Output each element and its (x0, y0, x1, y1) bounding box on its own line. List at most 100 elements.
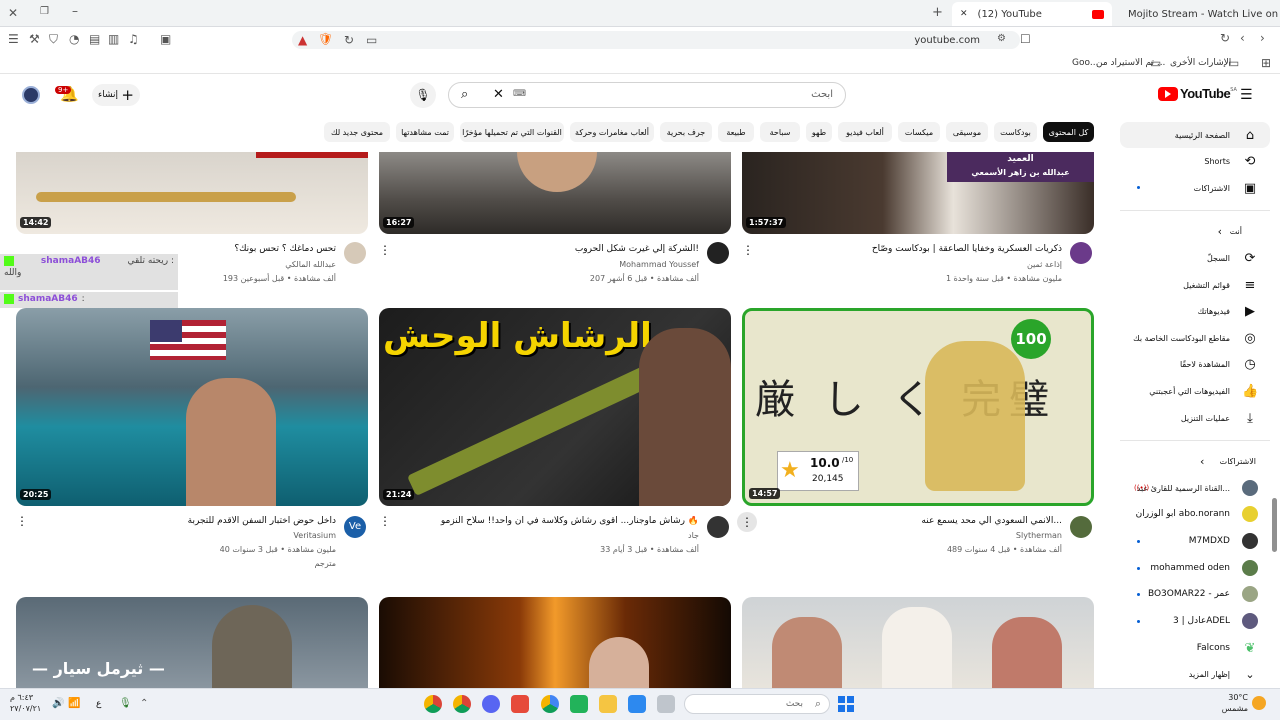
channel-avatar[interactable] (1070, 242, 1092, 264)
bookmark-folder-imported[interactable]: تم الاستيراد من ... (1096, 58, 1165, 68)
sidebar-item-subscriptions[interactable]: الاشتراكات ▣ (1120, 175, 1270, 201)
more-actions-icon[interactable]: ⋮ (16, 514, 28, 528)
chip[interactable]: تمت مشاهدتها (396, 122, 454, 142)
youtube-logo[interactable]: YouTube SA (1158, 86, 1237, 101)
sidebar-icon[interactable]: ▥ (108, 33, 119, 45)
chip[interactable]: ألعاب مغامرات وحركة (570, 122, 654, 142)
file-explorer-icon[interactable] (599, 695, 617, 713)
menu-icon[interactable]: ☰ (8, 33, 19, 45)
address-bar[interactable]: ▲ 🛡 ↻ ▭ youtube.com ⚙ (292, 31, 1020, 49)
brave-shield-icon[interactable]: 🛡 (318, 33, 333, 45)
close-tab-icon[interactable]: ✕ (960, 9, 968, 19)
channel-avatar[interactable] (707, 242, 729, 264)
chip[interactable]: سباحة (760, 122, 800, 142)
taskbar-search[interactable]: بحث ⌕ (684, 694, 830, 714)
keyboard-icon[interactable]: ⌨ (513, 89, 526, 99)
sidebar-item-home[interactable]: الصفحة الرئيسية ⌂ (1120, 122, 1270, 148)
store-icon[interactable] (628, 695, 646, 713)
volume-icon[interactable]: 🔊 (52, 699, 64, 709)
chip[interactable]: بودكاست (994, 122, 1037, 142)
sidebar-item-your-videos[interactable]: فيديوهاتك ▶ (1120, 298, 1270, 324)
video-title[interactable]: ذكريات العسكرية وخفايا الصاعقة | بودكاست… (760, 244, 1062, 254)
clear-search-icon[interactable]: ✕ (493, 87, 504, 102)
microphone-icon[interactable]: 🎙 (119, 699, 132, 709)
chrome-icon[interactable] (453, 695, 471, 713)
voice-search-button[interactable]: 🎙 (410, 82, 436, 108)
sidebar-show-more[interactable]: إظهار المزيد ⌄ (1120, 661, 1270, 687)
video-thumbnail[interactable]: — ثيرمل سيار — (16, 597, 368, 688)
video-title[interactable]: تحس دماغك ؟ تحس بونك؟ (34, 244, 336, 254)
wifi-icon[interactable]: 📶 (68, 699, 80, 709)
chip[interactable]: طبيعة (718, 122, 754, 142)
chip[interactable]: القنوات التي تم تحميلها مؤخرًا (460, 122, 564, 142)
chip-all[interactable]: كل المحتوى (1043, 122, 1094, 142)
sidebar-subscription[interactable]: mohammed oden (1120, 555, 1270, 581)
site-settings-icon[interactable]: ⚙ (997, 34, 1006, 44)
chip[interactable]: طهو (806, 122, 832, 142)
sidebar-subscription[interactable]: ابو الوزران abo.norann (1120, 501, 1270, 527)
channel-name[interactable]: إذاعة ثمين (860, 260, 1062, 269)
video-thumbnail[interactable]: 厳 し く 完璧 100 ★ 10.0 /10 20,145 14:57 (742, 308, 1094, 506)
channel-avatar[interactable] (707, 516, 729, 538)
video-title[interactable]: داخل حوض اختبار السفن الأقدم للتجربة (34, 516, 336, 526)
chip[interactable]: ألعاب فيديو (838, 122, 892, 142)
brave-rewards-icon[interactable]: ▲ (298, 34, 307, 46)
close-icon[interactable]: ✕ (8, 7, 18, 19)
task-view-icon[interactable] (657, 695, 675, 713)
restore-icon[interactable]: ❐ (40, 7, 49, 17)
video-thumbnail[interactable] (379, 597, 731, 688)
forward-icon[interactable]: › (1260, 32, 1265, 44)
video-thumbnail[interactable] (742, 597, 1094, 688)
chrome-icon[interactable] (541, 695, 559, 713)
cast-icon[interactable]: ▭ (366, 34, 377, 46)
screenshot-icon[interactable]: ▣ (160, 33, 171, 45)
account-avatar[interactable] (22, 86, 40, 104)
chip[interactable]: موسيقى (946, 122, 988, 142)
sidebar-item-shorts[interactable]: Shorts ⟲ (1120, 148, 1270, 174)
more-actions-icon[interactable]: ⋮ (379, 514, 391, 528)
apps-grid-icon[interactable]: ⊞ (1261, 57, 1271, 69)
input-language[interactable]: ع (96, 699, 101, 709)
sidebar-section-you[interactable]: أنت ‹ (1120, 218, 1270, 244)
search-icon[interactable]: ⌕ (461, 87, 468, 102)
video-title[interactable]: رشاش ماوجنار... أقوى رشاش وكلاسة في أن و… (397, 516, 699, 526)
tab-kick[interactable]: Mojito Stream - Watch Live on Kick K (1120, 2, 1280, 26)
more-actions-icon[interactable]: ⋮ (742, 243, 754, 257)
sidebar-item-history[interactable]: السجلّ ⟳ (1120, 245, 1270, 271)
sidebar-item-liked[interactable]: الفيديوهات التي أعجبتني 👍 (1120, 378, 1270, 404)
refresh-site-icon[interactable]: ↻ (344, 34, 354, 46)
sidebar-item-playlists[interactable]: قوائم التشغيل ≡ (1120, 272, 1270, 298)
chevron-up-icon[interactable]: ⌃ (140, 699, 148, 709)
start-button[interactable] (838, 696, 854, 712)
chip[interactable]: محتوى جديد لك (324, 122, 390, 142)
sidebar-item-podcasts[interactable]: مقاطع البودكاست الخاصة بك ◎ (1120, 325, 1270, 351)
sidebar-subscription[interactable]: Falcons ❦ (1120, 635, 1270, 661)
hamburger-menu-icon[interactable]: ☰ (1240, 88, 1253, 102)
video-title[interactable]: الانمي السعودي الي محد يسمع عنه... (760, 516, 1062, 526)
clock[interactable]: ٦:٤٣ م ٢٧/٠٧/٢١ (10, 692, 41, 714)
back-icon[interactable]: ‹ (1240, 32, 1245, 44)
more-actions-icon[interactable]: ⋮ (737, 512, 757, 532)
bookmark-icon[interactable]: ☐ (1020, 33, 1031, 45)
video-thumbnail[interactable]: العميد عبدالله بن زاهر الأسمعي 1:57:37 (742, 152, 1094, 234)
video-thumbnail[interactable]: الرشاش الوحش 21:24 (379, 308, 731, 506)
chip[interactable]: ميكسات (898, 122, 940, 142)
chip[interactable]: جرف بحرية (660, 122, 712, 142)
sidebar-scrollbar[interactable] (1272, 498, 1277, 552)
video-thumbnail[interactable]: 16:27 (379, 152, 731, 234)
sidebar-subscription[interactable]: عادل | 3ADEL (1120, 608, 1270, 634)
reload-icon[interactable]: ↻ (1220, 32, 1230, 44)
video-title[interactable]: الشركة إلي غيرت شكل الحروب! (397, 244, 699, 254)
sidebar-subscription[interactable]: M7MDXD (1120, 528, 1270, 554)
tab-youtube[interactable]: ✕ (12) YouTube (952, 2, 1112, 26)
bookmark-google[interactable]: Goo... (1072, 58, 1098, 68)
app-icon[interactable] (511, 695, 529, 713)
channel-name[interactable]: Slytherman (860, 531, 1062, 540)
search-box[interactable]: ⌕ ✕ ⌨ ابحث (448, 82, 846, 108)
channel-name[interactable]: Mohammad Youssef (497, 260, 699, 269)
discord-icon[interactable] (482, 695, 500, 713)
minimize-icon[interactable]: – (72, 5, 78, 17)
channel-avatar[interactable]: Ve (344, 516, 366, 538)
video-thumbnail[interactable]: 14:42 (16, 152, 368, 234)
channel-avatar[interactable] (1070, 516, 1092, 538)
